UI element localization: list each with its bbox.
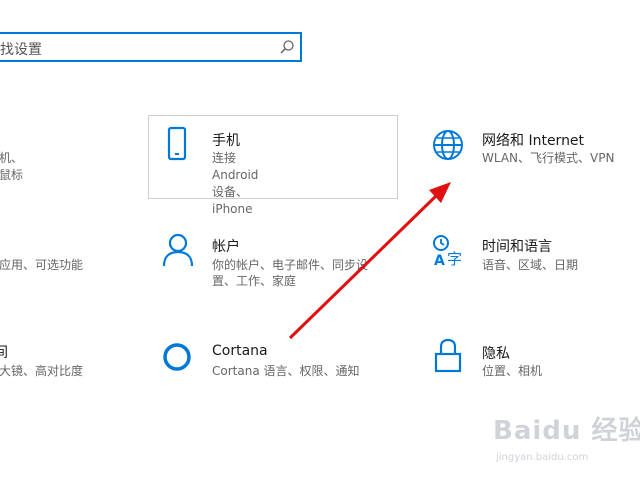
watermark: Baidu 经验 jingyan.baidu.com: [488, 402, 640, 472]
watermark-url: jingyan.baidu.com: [496, 452, 589, 463]
watermark-brand: Baidu 经验: [493, 416, 640, 446]
annotation-arrow-shaft: [288, 194, 438, 340]
